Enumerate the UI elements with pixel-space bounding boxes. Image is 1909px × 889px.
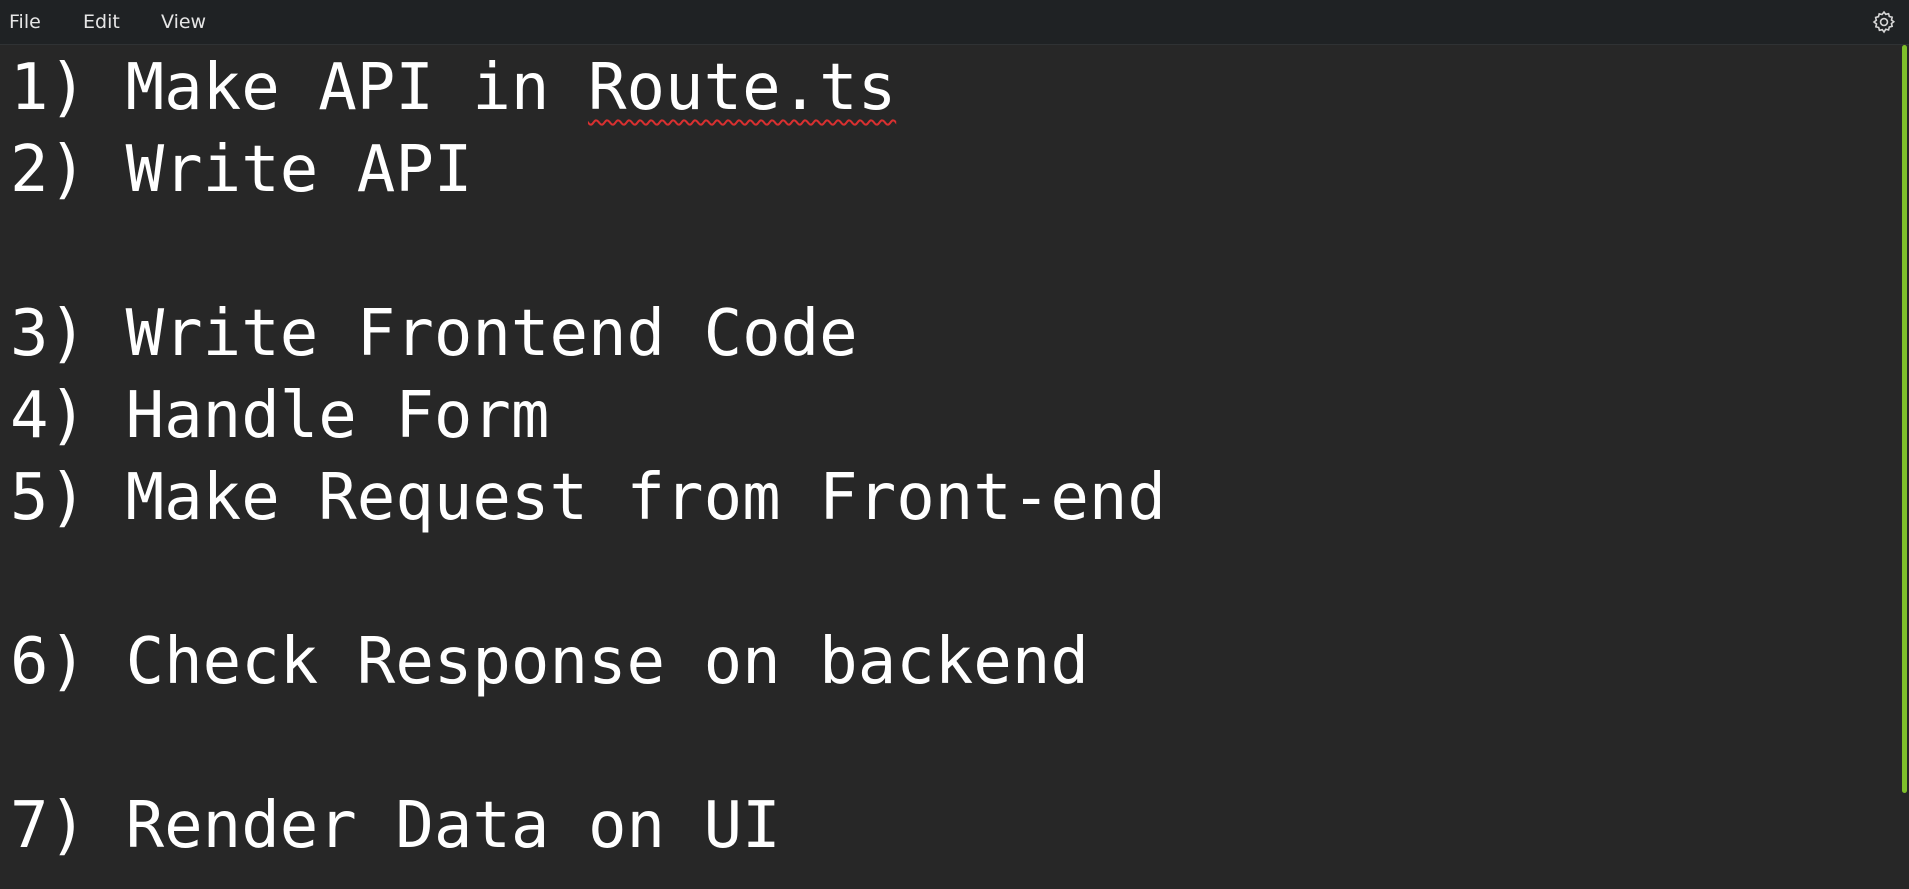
notepad-window: File Edit View 1) Make API in Route.ts 2… [0,0,1909,889]
menu-edit[interactable]: Edit [83,9,120,35]
editor-line-1-text: 1) Make API in [10,51,588,125]
editor-line-2[interactable]: 2) Write API [10,129,472,211]
editor-line-5[interactable]: 4) Handle Form [10,375,549,457]
editor-line-10[interactable]: 7) Render Data on UI [10,785,781,867]
editor-line-4[interactable]: 3) Write Frontend Code [10,293,858,375]
vertical-scrollbar[interactable] [1900,45,1909,889]
menu-file[interactable]: File [9,9,41,35]
menu-bar: File Edit View [0,0,1909,45]
scrollbar-thumb[interactable] [1902,45,1907,793]
text-editor[interactable]: 1) Make API in Route.ts 2) Write API 3) … [0,45,1900,889]
misspelled-word[interactable]: Route.ts [588,51,896,125]
editor-line-8[interactable]: 6) Check Response on backend [10,621,1089,703]
editor-line-1[interactable]: 1) Make API in Route.ts [10,47,896,129]
settings-button[interactable] [1871,9,1897,35]
editor-line-6[interactable]: 5) Make Request from Front-end [10,457,1166,539]
menu-view[interactable]: View [161,9,206,35]
gear-icon [1872,10,1896,34]
